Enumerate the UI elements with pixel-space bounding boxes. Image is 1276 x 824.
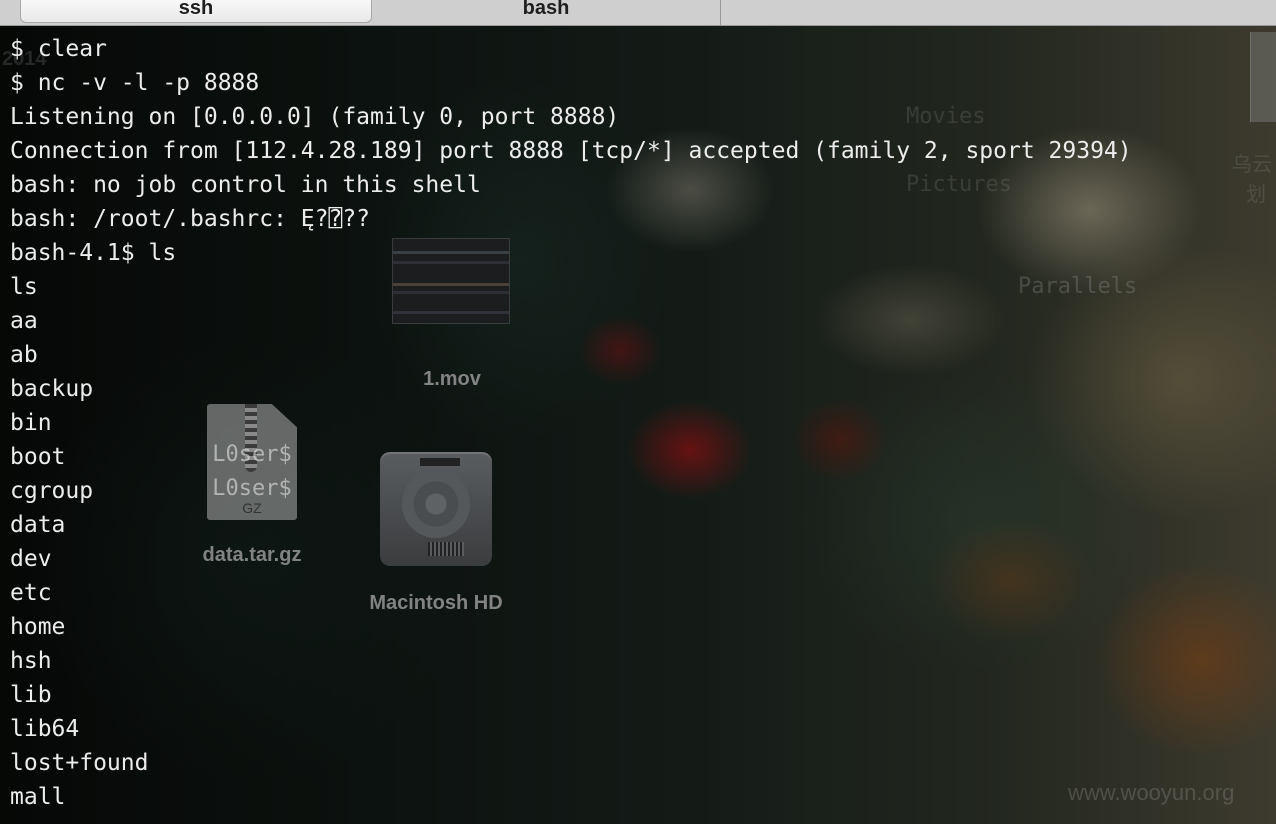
terminal-line: bash: /root/.bashrc: Ę?⍰?? (10, 206, 371, 232)
terminal-line: bash-4.1$ ls (10, 240, 177, 266)
video-thumbnail-icon (392, 238, 510, 324)
terminal-line: data (10, 512, 66, 538)
desktop-icon-archive-label: data.tar.gz (202, 544, 302, 566)
terminal-line: ls (10, 274, 38, 300)
terminal-line: $ nc -v -l -p 8888 (10, 70, 260, 96)
terminal-line: cgroup (10, 478, 94, 504)
terminal-line: lib (10, 682, 52, 708)
terminal-line: mall (10, 784, 66, 810)
terminal-line: Connection from [112.4.28.189] port 8888… (10, 138, 1132, 164)
desktop-icon-movie-label: 1.mov (423, 368, 481, 390)
desktop-screen: 2014 Movies Pictures Parallels 乌云 划 $ cl… (0, 0, 1276, 824)
watermark: www.wooyun.org (1068, 780, 1235, 805)
gz-overlay-text-2: L0ser$ (212, 476, 292, 501)
desktop-icon-disk-label: Macintosh HD (369, 592, 503, 614)
terminal-line: Listening on [0.0.0.0] (family 0, port 8… (10, 104, 620, 130)
terminal-line: hsh (10, 648, 52, 674)
terminal-line: dev (10, 546, 52, 572)
tab-ssh[interactable]: ssh (20, 0, 372, 23)
terminal-line: aa (10, 308, 38, 334)
terminal-tab-bar: ssh bash (0, 0, 1276, 26)
terminal-line: home (10, 614, 66, 640)
terminal-line: $ clear (10, 36, 107, 62)
tab-bash[interactable]: bash (372, 0, 721, 25)
terminal-line: bash: no job control in this shell (10, 172, 481, 198)
terminal-line: bin (10, 410, 52, 436)
terminal-line: backup (10, 376, 94, 402)
desktop-icon-movie[interactable]: 1.mov (392, 238, 512, 391)
terminal-output: $ clear $ nc -v -l -p 8888 Listening on [0… (10, 32, 1132, 814)
terminal-line: lib64 (10, 716, 80, 742)
desktop-icon-disk[interactable]: Macintosh HD (352, 452, 520, 615)
terminal-line: etc (10, 580, 52, 606)
gz-overlay-text-1: L0ser$ (212, 442, 292, 467)
gz-badge: GZ (242, 500, 262, 516)
hard-drive-icon (380, 452, 492, 566)
terminal-line: ab (10, 342, 38, 368)
gz-archive-icon: L0ser$ L0ser$ GZ (207, 404, 297, 520)
terminal-line: boot (10, 444, 66, 470)
terminal-line: lost+found (10, 750, 149, 776)
desktop-icon-archive[interactable]: L0ser$ L0ser$ GZ data.tar.gz (186, 404, 318, 567)
